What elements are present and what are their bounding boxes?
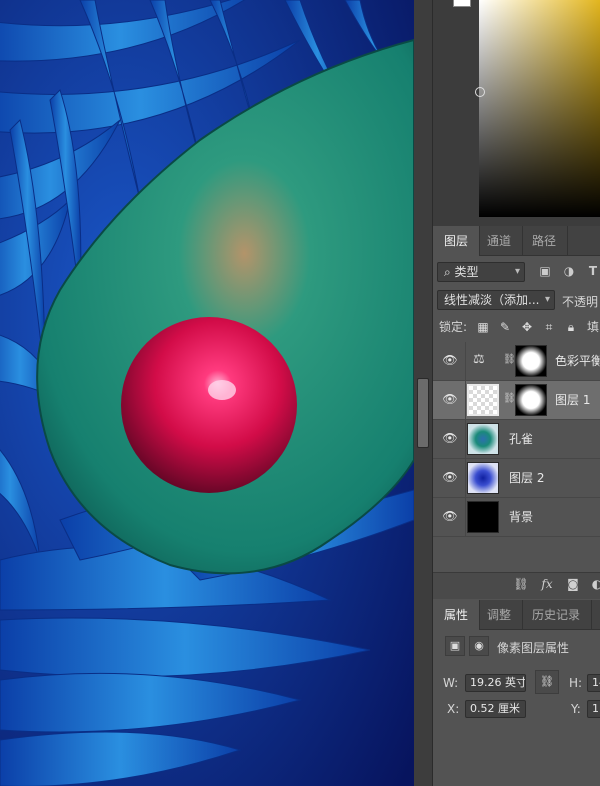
blend-mode-value: 线性减淡（添加...: [444, 293, 540, 307]
layers-panel-tabs: 图层 通道 路径: [433, 226, 600, 256]
lock-paint-brush-icon[interactable]: ✎: [497, 316, 513, 338]
layer-name: 图层 1: [555, 393, 591, 407]
chevron-down-icon: ▾: [514, 266, 520, 277]
tab-adjustments[interactable]: 调整: [476, 600, 524, 630]
properties-panel-tabs: 属性 调整 历史记录: [433, 600, 600, 630]
blend-row: 线性减淡（添加... ▾ 不透明: [433, 288, 600, 312]
divider: [465, 420, 466, 459]
width-field[interactable]: 19.26 英寸: [465, 674, 526, 692]
tab-history[interactable]: 历史记录: [521, 600, 593, 630]
tab-paths[interactable]: 路径: [521, 226, 569, 256]
properties-body: W: 19.26 英寸 ⛓ H: 14 X: 0.52 厘米 Y: 1.9: [433, 662, 600, 786]
divider: [465, 498, 466, 537]
x-field[interactable]: 0.52 厘米: [465, 700, 526, 718]
opacity-label: 不透明: [562, 295, 599, 309]
scrollbar-thumb[interactable]: [417, 378, 429, 448]
chain-link-icon[interactable]: ⛓: [503, 393, 516, 404]
properties-title: 像素图层属性: [497, 641, 570, 655]
tab-properties[interactable]: 属性: [433, 600, 481, 630]
lock-transparent-icon[interactable]: ▦: [475, 316, 491, 338]
adjustment-layer-icon[interactable]: ◐: [589, 577, 600, 591]
layer-mask-thumbnail[interactable]: [515, 345, 547, 377]
link-dimensions-icon[interactable]: ⛓: [535, 670, 559, 694]
blend-mode-select[interactable]: 线性减淡（添加... ▾: [437, 290, 555, 310]
eye-icon[interactable]: 👁︎: [441, 392, 459, 408]
eye-icon[interactable]: 👁︎: [441, 509, 459, 525]
layer-name: 图层 2: [509, 471, 545, 485]
layer-row-background[interactable]: 👁︎ 背景: [433, 498, 600, 537]
divider: [465, 342, 466, 381]
layer-name: 背景: [509, 510, 534, 524]
canvas-vertical-scrollbar[interactable]: [414, 0, 432, 786]
layer-thumbnail[interactable]: [467, 501, 499, 533]
lock-all-icon[interactable]: 🔒︎: [563, 316, 579, 338]
right-panels: 图层 通道 路径 ⌕ 类型 ▾ ▣ ◑ T 线性减淡（添加... ▾ 不透明 锁…: [432, 0, 600, 786]
layer-thumbnail[interactable]: [467, 462, 499, 494]
layer-row-layer-1[interactable]: 👁︎ ⛓ 图层 1: [433, 381, 600, 420]
type-filter-icon[interactable]: T: [584, 262, 600, 280]
tab-layers[interactable]: 图层: [433, 226, 481, 256]
lock-artboard-icon[interactable]: ⌗: [541, 316, 557, 338]
eye-icon[interactable]: 👁︎: [441, 431, 459, 447]
eye-icon[interactable]: 👁︎: [441, 470, 459, 486]
image-filter-icon[interactable]: ▣: [536, 262, 554, 280]
chain-link-icon[interactable]: ⛓: [503, 354, 516, 365]
width-label: W:: [443, 676, 459, 690]
layer-row-peacock[interactable]: 👁︎ 孔雀: [433, 420, 600, 459]
layer-thumbnail[interactable]: [467, 423, 499, 455]
lock-label: 锁定:: [439, 320, 468, 334]
mask-icon[interactable]: ◉: [469, 636, 489, 656]
layer-row-color-balance[interactable]: 👁︎ ⚖ ⛓ 色彩平衡: [433, 342, 600, 381]
peacock-artwork: [0, 0, 414, 786]
divider: [465, 381, 466, 420]
chevron-down-icon: ▾: [544, 294, 550, 305]
color-picker-marker[interactable]: [475, 87, 485, 97]
link-layers-icon[interactable]: ⛓: [513, 577, 529, 591]
color-field[interactable]: [479, 0, 600, 217]
lock-row: 锁定: ▦ ✎ ✥ ⌗ 🔒︎ 填: [433, 316, 600, 338]
color-picker: [433, 0, 600, 226]
height-label: H:: [569, 676, 583, 690]
pixel-layer-icon[interactable]: ▣: [445, 636, 465, 656]
height-field[interactable]: 14: [587, 674, 600, 692]
layer-name: 孔雀: [509, 432, 534, 446]
layer-mask-thumbnail[interactable]: [515, 384, 547, 416]
y-label: Y:: [571, 702, 581, 716]
eye-icon[interactable]: 👁︎: [441, 353, 459, 369]
layers-list: 👁︎ ⚖ ⛓ 色彩平衡 👁︎ ⛓ 图层 1 👁︎ 孔雀 👁︎ 图层 2 👁︎ 背…: [433, 342, 600, 574]
fill-label: 填: [587, 320, 600, 334]
layers-footer-toolbar: ⛓ fx ◙ ◐: [433, 572, 600, 599]
add-mask-icon[interactable]: ◙: [565, 577, 581, 591]
document-canvas[interactable]: [0, 0, 414, 786]
layer-filter-row: ⌕ 类型 ▾ ▣ ◑ T: [433, 260, 600, 284]
lock-move-icon[interactable]: ✥: [519, 316, 535, 338]
layer-kind-filter[interactable]: ⌕ 类型 ▾: [437, 262, 525, 282]
layer-thumbnail[interactable]: [467, 384, 499, 416]
tab-channels[interactable]: 通道: [476, 226, 524, 256]
divider: [465, 459, 466, 498]
fx-button[interactable]: fx: [539, 577, 555, 591]
foreground-swatch[interactable]: [453, 0, 471, 7]
search-icon: ⌕: [444, 265, 455, 279]
properties-title-row: ▣ ◉ 像素图层属性: [433, 632, 600, 662]
layer-name: 色彩平衡: [555, 354, 600, 368]
balance-scale-icon: ⚖: [473, 352, 485, 367]
layer-row-layer-2[interactable]: 👁︎ 图层 2: [433, 459, 600, 498]
filter-kind-label: 类型: [454, 265, 479, 279]
adjustment-filter-icon[interactable]: ◑: [560, 262, 578, 280]
y-field[interactable]: 1.9: [587, 700, 600, 718]
x-label: X:: [447, 702, 460, 716]
